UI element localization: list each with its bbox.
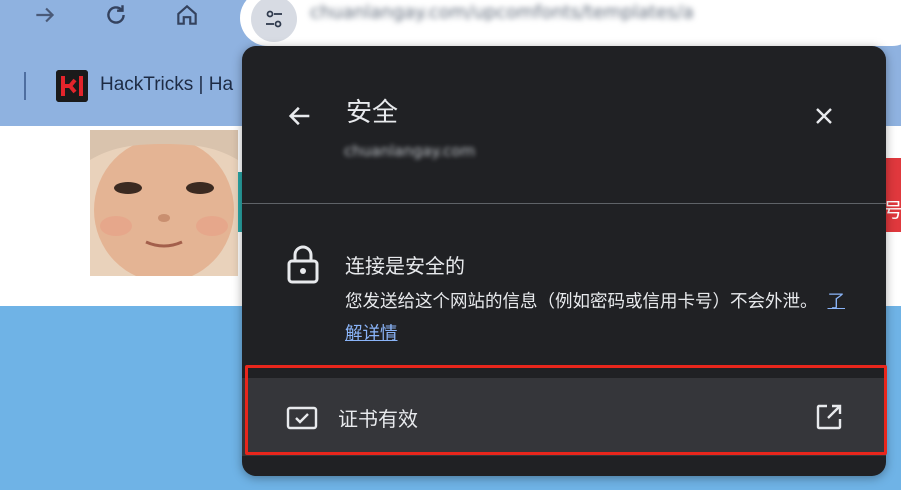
bookmark-hacktricks[interactable]: HackTricks | Ha bbox=[100, 74, 233, 96]
close-icon bbox=[816, 108, 832, 124]
connection-description-text: 您发送给这个网站的信息（例如密码或信用卡号）不会外泄。 bbox=[345, 292, 818, 312]
hacktricks-favicon-icon[interactable] bbox=[56, 70, 88, 102]
certificate-valid-row[interactable]: 证书有效 bbox=[242, 378, 886, 456]
certificate-icon bbox=[286, 406, 318, 430]
tune-icon bbox=[266, 10, 282, 28]
back-button[interactable] bbox=[278, 96, 322, 136]
reload-icon[interactable] bbox=[101, 0, 131, 30]
bookmarks-divider bbox=[24, 72, 26, 100]
lock-icon bbox=[287, 245, 319, 284]
site-security-popup: 安全 chuanlangay.com 连接是安全的 您发送给这个网站的信息（例如… bbox=[242, 46, 886, 476]
open-in-new-icon[interactable] bbox=[814, 402, 844, 432]
url-text[interactable]: chuanlangay.com/upcomfonts/templates/a bbox=[310, 2, 900, 26]
connection-status-title: 连接是安全的 bbox=[345, 254, 465, 278]
close-button[interactable] bbox=[804, 96, 844, 136]
home-icon[interactable] bbox=[172, 0, 202, 30]
connection-description: 您发送给这个网站的信息（例如密码或信用卡号）不会外泄。 了解详情 bbox=[345, 286, 845, 350]
certificate-label: 证书有效 bbox=[338, 407, 418, 431]
forward-icon[interactable] bbox=[30, 0, 60, 30]
popup-title: 安全 bbox=[346, 98, 399, 128]
arrow-left-icon bbox=[288, 106, 310, 126]
popup-divider bbox=[242, 203, 886, 204]
popup-domain: chuanlangay.com bbox=[344, 142, 476, 160]
avatar bbox=[90, 130, 238, 276]
